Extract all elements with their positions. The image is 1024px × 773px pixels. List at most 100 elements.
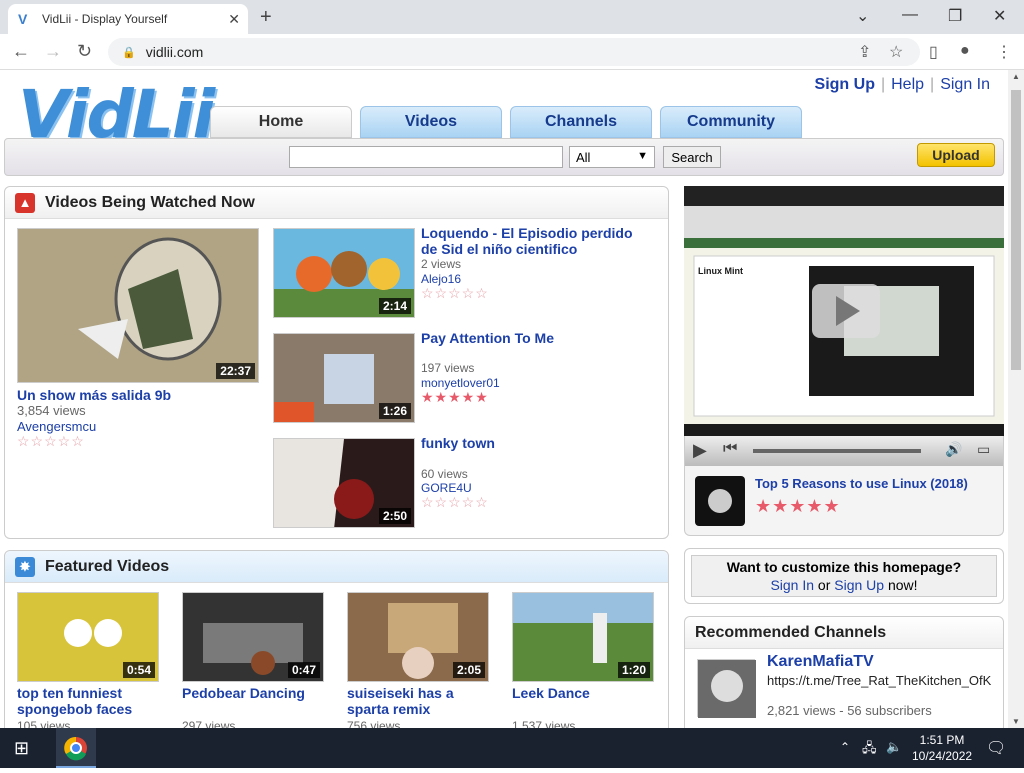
search-button[interactable]: Search (663, 146, 721, 168)
channel-avatar[interactable] (697, 659, 756, 718)
browser-tab[interactable]: V VidLii - Display Yourself ✕ (8, 4, 248, 34)
star-burst-icon: ✸ (15, 556, 35, 577)
featured-videos-section: ✸ Featured Videos 0:54 top ten funniest … (4, 550, 669, 728)
customize-sign-in-link[interactable]: Sign In (770, 577, 814, 593)
address-bar: ← → ↻ 🔒 vidlii.com ⇪ ☆ ▯ ● ⋮ (0, 34, 1024, 70)
chrome-icon (64, 736, 87, 761)
forward-icon[interactable]: → (44, 41, 62, 62)
volume-icon[interactable]: 🔊 (945, 441, 962, 458)
channel-description: https://t.me/Tree_Rat_TheKitchen_OfK (767, 673, 992, 688)
vidlii-favicon-icon: V (18, 11, 28, 27)
bookmark-star-icon[interactable]: ☆ (889, 42, 903, 62)
url-field[interactable]: 🔒 vidlii.com (108, 38, 920, 66)
browser-tab-bar: V VidLii - Display Yourself ✕ + ⌄ — ❐ ✕ (0, 0, 1024, 34)
side-panel-icon[interactable]: ▯ (929, 42, 938, 62)
minimize-icon[interactable]: — (902, 6, 918, 24)
avatar-art (698, 660, 756, 718)
video-title[interactable]: funky town (421, 435, 651, 451)
video-thumbnail[interactable]: 2:50 (273, 438, 415, 528)
player-video-title[interactable]: Top 5 Reasons to use Linux (2018) (755, 476, 968, 492)
scrollbar-thumb[interactable] (1011, 90, 1021, 370)
rating-stars: ☆☆☆☆☆ (421, 285, 489, 301)
video-player[interactable]: Linux Mint (684, 186, 1004, 436)
video-views: 60 views (421, 467, 468, 481)
video-thumbnail[interactable]: 22:37 (17, 228, 259, 383)
clock-date: 10/24/2022 (912, 749, 973, 763)
video-views: 3,854 views (17, 403, 86, 418)
back-icon[interactable]: ← (12, 41, 30, 62)
menu-icon[interactable]: ⋮ (996, 42, 1012, 62)
notifications-icon[interactable]: 🗨 (986, 738, 1006, 758)
video-uploader[interactable]: GORE4U (421, 481, 472, 495)
search-bar: All ▼ Search Upload (4, 138, 1004, 176)
section-title: Videos Being Watched Now (45, 193, 255, 211)
fullscreen-icon[interactable]: ▭ (977, 441, 990, 458)
video-thumbnail[interactable]: 1:26 (273, 333, 415, 423)
close-window-icon[interactable]: ✕ (993, 6, 1006, 26)
video-thumbnail[interactable]: 2:14 (273, 228, 415, 318)
player-controls: ▶ ⏮ 🔊 ▭ (684, 436, 1004, 466)
seek-bar[interactable] (753, 449, 921, 453)
video-title[interactable]: suiseiseki has a sparta remix (347, 685, 497, 717)
upload-button[interactable]: Upload (917, 143, 995, 167)
video-title[interactable]: Pay Attention To Me (421, 330, 651, 346)
skip-back-icon[interactable]: ⏮ (723, 440, 737, 458)
rocket-icon: ▲ (15, 192, 35, 213)
lock-icon: 🔒 (122, 46, 136, 59)
share-icon[interactable]: ⇪ (858, 42, 871, 62)
rating-stars: ★★★★★ (421, 389, 489, 405)
video-title[interactable]: Loquendo - El Episodio perdido de Sid el… (421, 225, 651, 257)
tab-close-icon[interactable]: ✕ (228, 11, 240, 28)
scroll-up-icon[interactable]: ▲ (1012, 72, 1020, 81)
reload-icon[interactable]: ↻ (77, 41, 92, 62)
maximize-icon[interactable]: ❐ (948, 6, 962, 26)
video-uploader[interactable]: Alejo16 (421, 272, 461, 286)
section-title: Featured Videos (45, 557, 170, 575)
windows-start-icon[interactable]: ⊞ (14, 738, 29, 759)
play-icon[interactable]: ▶ (693, 440, 707, 461)
profile-icon[interactable]: ● (960, 42, 970, 60)
network-icon[interactable]: 🖧 (862, 739, 877, 761)
sign-in-link[interactable]: Sign In (934, 76, 996, 93)
channel-name[interactable]: KarenMafiaTV (767, 653, 874, 671)
chrome-taskbar-button[interactable] (56, 728, 96, 768)
video-thumbnail[interactable]: 1:20 (512, 592, 654, 682)
video-views: 756 views (347, 719, 401, 728)
video-views: 2 views (421, 257, 462, 271)
video-title[interactable]: Un show más salida 9b (17, 387, 171, 403)
clock[interactable]: 1:51 PM 10/24/2022 (912, 732, 972, 764)
video-thumbnail[interactable]: 2:05 (347, 592, 489, 682)
new-tab-icon[interactable]: + (260, 6, 272, 29)
video-uploader[interactable]: monyetlover01 (421, 376, 500, 390)
tab-search-icon[interactable]: ⌄ (856, 6, 869, 26)
video-thumbnail[interactable]: 0:54 (17, 592, 159, 682)
speaker-icon[interactable]: 🔈 (886, 739, 902, 755)
tab-videos[interactable]: Videos (360, 106, 502, 138)
tab-community[interactable]: Community (660, 106, 802, 138)
video-uploader[interactable]: Avengersmcu (17, 419, 96, 434)
top-links: Sign Up | Help | Sign In (809, 76, 996, 94)
customize-now-text: now! (887, 577, 918, 593)
help-link[interactable]: Help (885, 76, 930, 93)
search-category-select[interactable]: All ▼ (569, 146, 655, 168)
rating-stars: ☆☆☆☆☆ (17, 433, 85, 449)
scroll-down-icon[interactable]: ▼ (1012, 717, 1020, 726)
tab-channels[interactable]: Channels (510, 106, 652, 138)
customize-sign-up-link[interactable]: Sign Up (834, 577, 884, 593)
windows-taskbar: ⊞ ⌃ 🖧 🔈 1:51 PM 10/24/2022 🗨 (0, 728, 1024, 768)
video-title[interactable]: top ten funniest spongebob faces (17, 685, 167, 717)
video-avatar[interactable] (695, 476, 745, 526)
video-views: 105 views (17, 719, 71, 728)
tray-chevron-icon[interactable]: ⌃ (840, 740, 850, 754)
sign-up-link[interactable]: Sign Up (809, 76, 881, 93)
video-title[interactable]: Pedobear Dancing (182, 685, 332, 701)
rating-stars: ★★★★★ (755, 496, 841, 516)
video-views: 1,537 views (512, 719, 576, 728)
video-title[interactable]: Leek Dance (512, 685, 662, 701)
tab-home[interactable]: Home (210, 106, 352, 138)
search-input[interactable] (289, 146, 563, 168)
webpage: VidLii Sign Up | Help | Sign In Home Videos … (0, 70, 1008, 728)
rating-stars: ☆☆☆☆☆ (421, 494, 489, 510)
video-thumbnail[interactable]: 0:47 (182, 592, 324, 682)
page-scrollbar[interactable]: ▲ ▼ (1008, 70, 1024, 728)
